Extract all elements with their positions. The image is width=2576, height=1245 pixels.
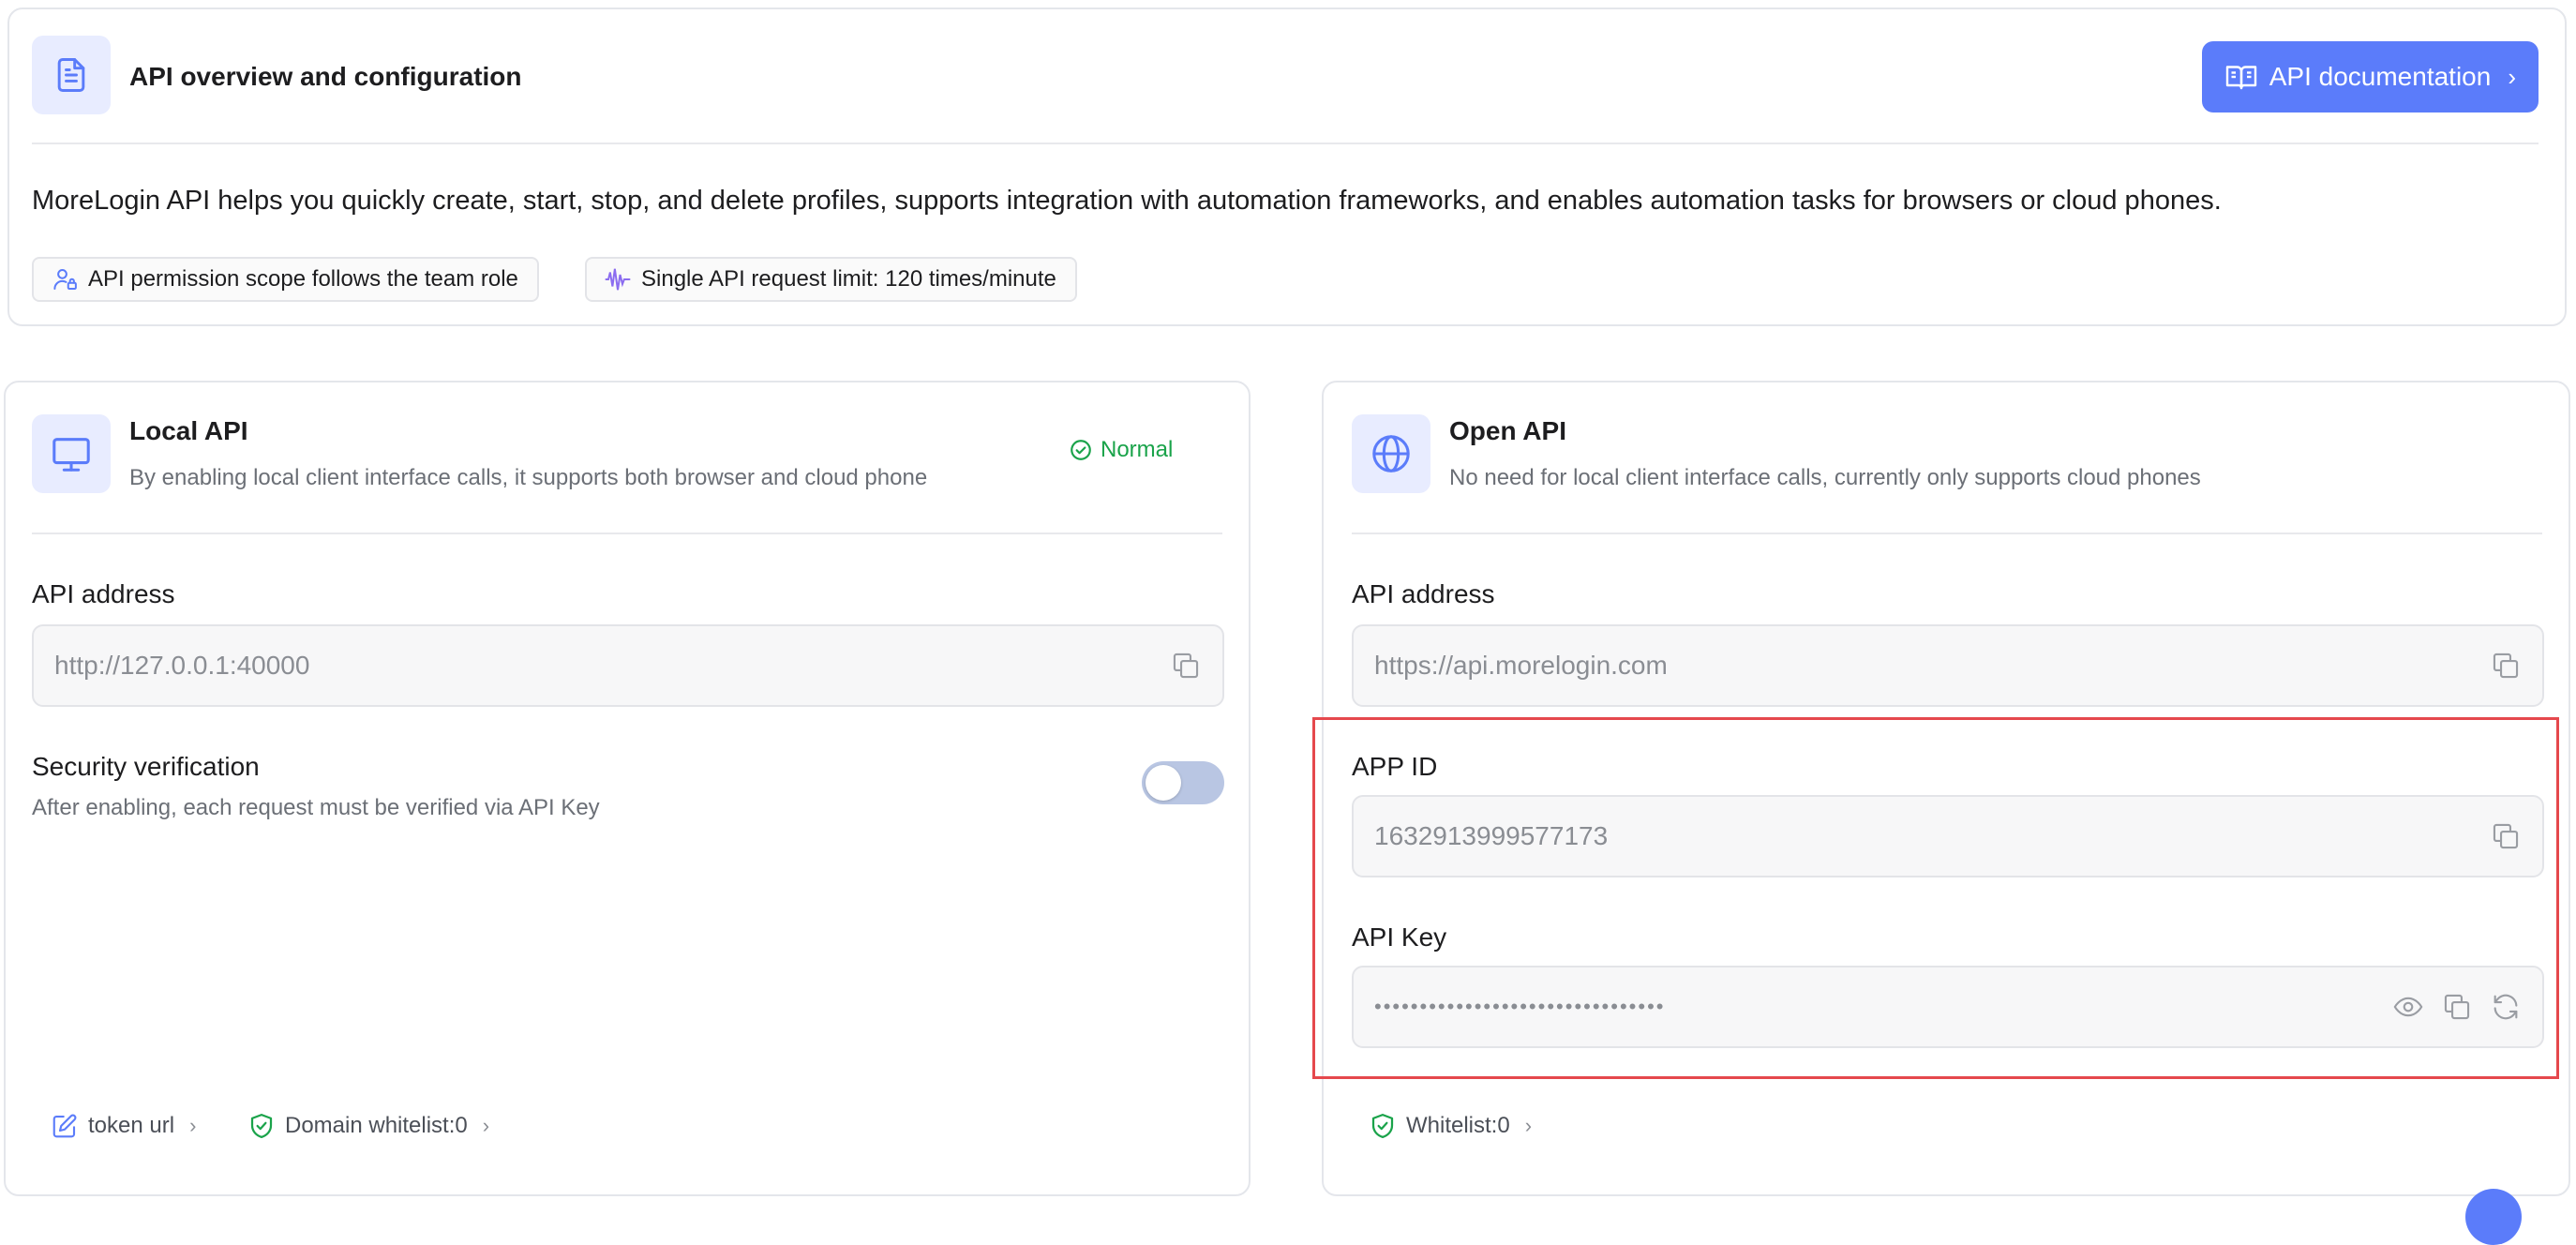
copy-icon[interactable] [2490, 650, 2522, 682]
overview-description: MoreLogin API helps you quickly create, … [32, 186, 2222, 216]
waveform-icon [605, 268, 631, 291]
api-documentation-button[interactable]: API documentation › [2201, 41, 2539, 112]
security-verification-desc: After enabling, each request must be ver… [32, 795, 600, 820]
highlight-box [1312, 717, 2559, 1079]
domain-whitelist-link[interactable]: Domain whitelist:0 › [247, 1112, 489, 1140]
whitelist-link[interactable]: Whitelist:0 › [1369, 1112, 1532, 1140]
request-limit-label: Single API request limit: 120 times/minu… [641, 266, 1056, 292]
token-url-link[interactable]: token url › [51, 1112, 196, 1140]
local-api-address-field[interactable]: http://127.0.0.1:40000 [32, 624, 1224, 707]
permission-scope-tag: API permission scope follows the team ro… [32, 257, 539, 302]
document-icon-tile [32, 36, 111, 114]
shield-check-icon [1371, 1114, 1394, 1138]
floating-help-button[interactable] [2465, 1189, 2522, 1245]
shield-check-icon [250, 1114, 273, 1138]
domain-whitelist-label: Domain whitelist:0 [285, 1113, 468, 1138]
open-book-icon [2225, 66, 2256, 90]
local-api-title: Local API [129, 416, 248, 445]
monitor-icon [52, 438, 90, 472]
overview-card: API overview and configuration API docum… [7, 8, 2567, 326]
user-lock-icon [53, 269, 77, 290]
request-limit-tag: Single API request limit: 120 times/minu… [585, 257, 1077, 302]
local-api-address-label: API address [32, 579, 175, 608]
chevron-right-icon: › [1524, 1114, 1533, 1137]
edit-icon [52, 1114, 77, 1138]
chevron-right-icon: › [2508, 62, 2516, 91]
open-api-address-label: API address [1352, 579, 1495, 608]
chevron-right-icon: › [482, 1114, 490, 1137]
open-api-title: Open API [1449, 416, 1566, 445]
globe-icon-tile [1352, 414, 1430, 493]
security-verification-title: Security verification [32, 752, 260, 781]
globe-icon [1372, 435, 1410, 472]
api-documentation-label: API documentation [2269, 62, 2492, 91]
local-api-status-label: Normal [1101, 437, 1174, 462]
open-api-address-value: https://api.morelogin.com [1374, 651, 1668, 680]
local-api-subtitle: By enabling local client interface calls… [129, 465, 928, 490]
document-icon [57, 58, 85, 92]
permission-scope-label: API permission scope follows the team ro… [88, 266, 518, 292]
local-api-status-badge: Normal [1069, 437, 1173, 463]
overview-divider [32, 142, 2539, 144]
monitor-icon-tile [32, 414, 111, 493]
whitelist-label: Whitelist:0 [1406, 1113, 1510, 1138]
chevron-right-icon: › [189, 1114, 197, 1137]
local-api-divider [32, 532, 1222, 534]
open-api-divider [1352, 532, 2542, 534]
overview-title: API overview and configuration [129, 62, 522, 91]
open-api-address-field[interactable]: https://api.morelogin.com [1352, 624, 2544, 707]
local-api-address-value: http://127.0.0.1:40000 [54, 651, 310, 680]
copy-icon[interactable] [1170, 650, 1202, 682]
token-url-label: token url [88, 1113, 175, 1138]
toggle-knob [1146, 765, 1181, 801]
security-verification-toggle[interactable] [1142, 761, 1224, 804]
local-api-card: Local API By enabling local client inter… [4, 381, 1251, 1196]
open-api-subtitle: No need for local client interface calls… [1449, 465, 2201, 490]
check-circle-icon [1071, 440, 1091, 460]
